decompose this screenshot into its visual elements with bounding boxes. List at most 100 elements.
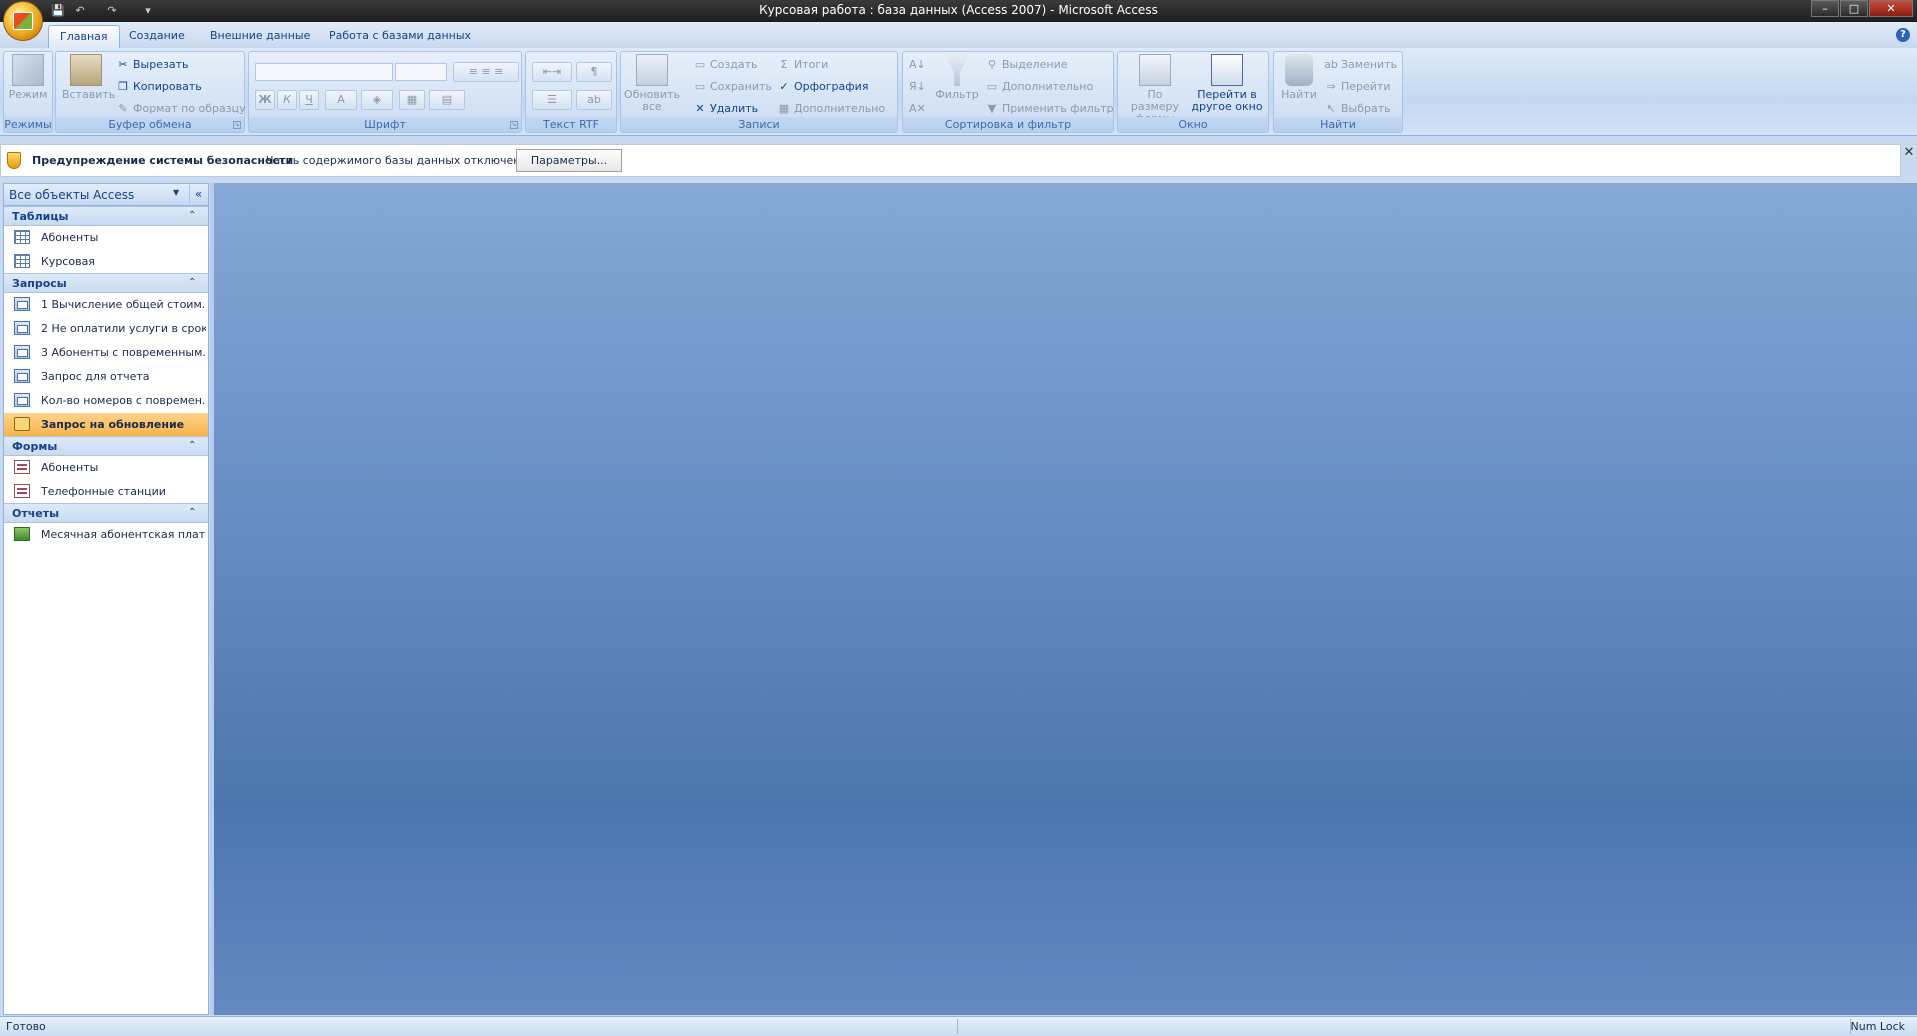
nav-item-query[interactable]: 1 Вычисление общей стоим... — [4, 293, 208, 316]
tab-create[interactable]: Создание — [118, 25, 196, 48]
title-bar: 💾 ↶ ↷ ▾ Курсовая работа : база данных (A… — [0, 0, 1917, 22]
nav-item-query-selected[interactable]: Запрос на обновление — [4, 413, 208, 436]
query-icon — [14, 393, 30, 407]
goto-button[interactable]: ⇒ Перейти — [1324, 78, 1390, 96]
nav-item-report[interactable]: Месячная абонентская плата — [4, 523, 208, 546]
indent-icon[interactable]: ⇤⇥ — [532, 62, 572, 82]
alt-fill-icon[interactable]: ▤ — [429, 90, 465, 110]
group-records: Обновить все ▭ Создать ▭ Сохранить ✕ Удалит… — [620, 51, 898, 133]
form-icon — [14, 484, 30, 498]
refresh-all-button[interactable]: Обновить все — [624, 54, 680, 113]
new-record-button[interactable]: ▭ Создать — [693, 56, 758, 74]
binoculars-icon — [1285, 54, 1313, 86]
save-record-button[interactable]: ▭ Сохранить — [693, 78, 772, 96]
copy-label: Копировать — [133, 80, 202, 93]
font-color-button[interactable]: A — [325, 90, 357, 110]
italic-button[interactable]: К — [277, 90, 297, 110]
font-name-combo[interactable] — [255, 63, 393, 81]
minimize-button[interactable]: – — [1811, 0, 1839, 17]
tab-external-data[interactable]: Внешние данные — [199, 25, 321, 48]
shutter-bar-close-icon[interactable]: « — [189, 185, 207, 204]
brush-icon: ✎ — [118, 102, 128, 115]
nav-category-label: Формы — [12, 440, 58, 453]
office-logo-icon — [13, 12, 33, 30]
nav-category-tables[interactable]: Таблицы ⌃ — [4, 206, 208, 226]
nav-category-forms[interactable]: Формы ⌃ — [4, 436, 208, 456]
sort-ascending-icon[interactable]: A↓ — [909, 56, 926, 74]
copy-button[interactable]: ❐ Копировать — [116, 78, 202, 96]
font-size-combo[interactable] — [395, 63, 447, 81]
underline-button[interactable]: Ч — [299, 90, 319, 110]
office-button[interactable] — [3, 1, 43, 41]
nav-item-label: Запрос на обновление — [41, 418, 185, 431]
format-painter-button[interactable]: ✎ Формат по образцу — [116, 100, 245, 118]
view-mode-button[interactable]: Режим — [8, 54, 48, 101]
access-window: 💾 ↶ ↷ ▾ Курсовая работа : база данных (A… — [0, 0, 1917, 1036]
filter-button[interactable]: Фильтр — [935, 54, 979, 101]
nav-item-query[interactable]: 2 Не оплатили услуги в срок — [4, 317, 208, 340]
clipboard-launcher-icon[interactable]: ↘ — [233, 121, 241, 129]
advanced-filter-button[interactable]: ▭ Дополнительно — [985, 78, 1093, 96]
nav-item-table[interactable]: Курсовая — [4, 250, 208, 273]
security-options-button[interactable]: Параметры... — [516, 149, 622, 172]
font-launcher-icon[interactable]: ↘ — [510, 121, 518, 129]
collapse-icon[interactable]: ⌃ — [188, 277, 196, 288]
paragraph-icon[interactable]: ¶ — [576, 62, 612, 82]
selection-button[interactable]: ⚲ Выделение — [985, 56, 1068, 74]
nav-category-reports[interactable]: Отчеты ⌃ — [4, 503, 208, 523]
maximize-button[interactable]: □ — [1840, 0, 1868, 17]
select-label: Выбрать — [1341, 102, 1391, 115]
font-group-label: Шрифт — [249, 117, 521, 132]
highlight-icon[interactable]: ab — [576, 90, 612, 110]
close-button[interactable]: ✕ — [1869, 0, 1913, 17]
group-find: Найти ab Заменить ⇒ Перейти ↖ Выбрать Найти — [1273, 51, 1403, 133]
close-message-bar-icon[interactable]: ✕ — [1903, 146, 1915, 160]
collapse-icon[interactable]: ⌃ — [188, 440, 196, 451]
group-font: ≡ ≡ ≡ Ж К Ч A ◈ ▦ ▤ Шрифт ↘ — [248, 51, 522, 133]
switch-windows-button[interactable]: Перейти в другое окно — [1190, 54, 1264, 113]
goto-icon: ⇒ — [1326, 80, 1336, 93]
nav-item-label: 1 Вычисление общей стоим... — [41, 298, 206, 311]
nav-item-query[interactable]: Запрос для отчета — [4, 365, 208, 388]
toggle-filter-button[interactable]: ▼ Применить фильтр — [985, 100, 1114, 118]
chevron-down-icon[interactable]: ▼ — [173, 188, 179, 197]
clear-sort-icon[interactable]: A✕ — [909, 100, 926, 118]
size-to-fit-label-1: По размеру — [1130, 88, 1180, 113]
delete-button[interactable]: ✕ Удалить — [693, 100, 758, 118]
help-icon[interactable]: ? — [1896, 28, 1910, 42]
size-to-fit-icon — [1139, 54, 1171, 86]
cut-button[interactable]: ✂ Вырезать — [116, 56, 188, 74]
nav-item-form[interactable]: Телефонные станции — [4, 480, 208, 503]
collapse-icon[interactable]: ⌃ — [188, 507, 196, 518]
list-icon[interactable]: ☰ — [532, 90, 572, 110]
replace-button[interactable]: ab Заменить — [1324, 56, 1397, 74]
collapse-icon[interactable]: ⌃ — [188, 210, 196, 221]
find-button[interactable]: Найти — [1278, 54, 1320, 101]
fill-color-icon[interactable]: ◈ — [361, 90, 393, 110]
records-more-label: Дополнительно — [794, 102, 886, 115]
nav-item-table[interactable]: Абоненты — [4, 226, 208, 249]
select-button[interactable]: ↖ Выбрать — [1324, 100, 1391, 118]
nav-item-form[interactable]: Абоненты — [4, 456, 208, 479]
nav-item-query[interactable]: Кол-во номеров с повремен... — [4, 389, 208, 412]
cut-label: Вырезать — [133, 58, 189, 71]
tab-home[interactable]: Главная — [48, 25, 120, 48]
switch-label-2: другое окно — [1191, 100, 1263, 113]
nav-item-label: Абоненты — [41, 231, 99, 244]
sort-descending-icon[interactable]: Я↓ — [909, 78, 926, 96]
bold-button[interactable]: Ж — [255, 90, 275, 110]
nav-category-queries[interactable]: Запросы ⌃ — [4, 273, 208, 293]
nav-item-query[interactable]: 3 Абоненты с повременным... — [4, 341, 208, 364]
totals-button[interactable]: Σ Итоги — [777, 56, 829, 74]
nav-pane-header[interactable]: Все объекты Access ▼ « — [4, 184, 208, 206]
records-more-button[interactable]: ▦ Дополнительно — [777, 100, 885, 118]
nav-category-label: Таблицы — [12, 210, 69, 223]
size-to-fit-button[interactable]: По размеру формы — [1122, 54, 1188, 125]
advanced-icon: ▭ — [986, 80, 998, 93]
paste-button[interactable]: Вставить — [62, 54, 115, 101]
align-buttons[interactable]: ≡ ≡ ≡ — [453, 62, 519, 82]
gridlines-icon[interactable]: ▦ — [399, 90, 425, 110]
spelling-button[interactable]: ✓ Орфография — [777, 78, 868, 96]
toggle-filter-label: Применить фильтр — [1002, 102, 1114, 115]
tab-database-tools[interactable]: Работа с базами данных — [318, 25, 482, 48]
